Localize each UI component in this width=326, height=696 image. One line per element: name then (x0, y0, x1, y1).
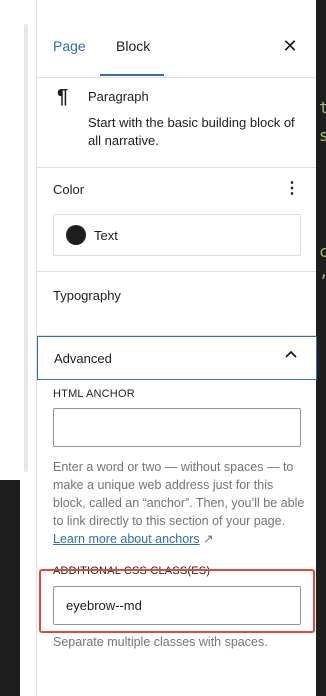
typography-panel-title[interactable]: Typography (53, 288, 121, 304)
advanced-panel-toggle[interactable]: Advanced (37, 336, 317, 380)
html-anchor-input[interactable] (53, 408, 301, 447)
learn-more-anchors-link[interactable]: Learn more about anchors (53, 532, 200, 546)
external-link-icon: ↗ (203, 532, 214, 546)
css-classes-label: ADDITIONAL CSS CLASS(ES) (53, 565, 211, 577)
block-description: Start with the basic building block of a… (88, 115, 295, 148)
editor-canvas-edge (0, 0, 36, 696)
css-classes-input[interactable] (53, 586, 301, 625)
color-panel-title: Color (53, 182, 85, 197)
typography-panel[interactable] (37, 272, 316, 336)
chevron-up-icon (285, 350, 297, 358)
html-anchor-help-text: Enter a word or two — without spaces — t… (53, 460, 305, 528)
text-color-item[interactable]: Text (53, 214, 301, 256)
paragraph-icon: ¶ (57, 86, 69, 108)
close-icon[interactable]: ✕ (278, 34, 302, 58)
tab-page[interactable]: Page (53, 38, 86, 54)
code-editor-edge: t s c , (316, 0, 326, 696)
block-title: Paragraph (88, 89, 149, 104)
code-fragment: , (319, 262, 326, 281)
code-fragment: t (319, 98, 326, 117)
canvas-scrollbar[interactable] (24, 24, 28, 472)
advanced-panel-title: Advanced (54, 351, 112, 366)
block-card: ¶ Paragraph Start with the basic buildin… (37, 78, 316, 168)
code-fragment: c (319, 242, 326, 261)
css-classes-help: Separate multiple classes with spaces. (53, 635, 268, 649)
html-anchor-label: HTML ANCHOR (53, 388, 135, 400)
tab-block[interactable]: Block (116, 38, 150, 54)
canvas-dark-block (0, 480, 20, 696)
html-anchor-help: Enter a word or two — without spaces — t… (53, 458, 305, 548)
code-fragment: s (319, 126, 326, 145)
active-tab-indicator (100, 74, 164, 76)
settings-sidebar: Page Block ✕ ¶ Paragraph Start with the … (36, 0, 317, 696)
sidebar-tabs: Page Block ✕ (37, 0, 316, 78)
color-swatch (66, 225, 86, 245)
text-color-label: Text (94, 228, 118, 243)
more-options-icon[interactable]: ⋮ (284, 180, 300, 198)
